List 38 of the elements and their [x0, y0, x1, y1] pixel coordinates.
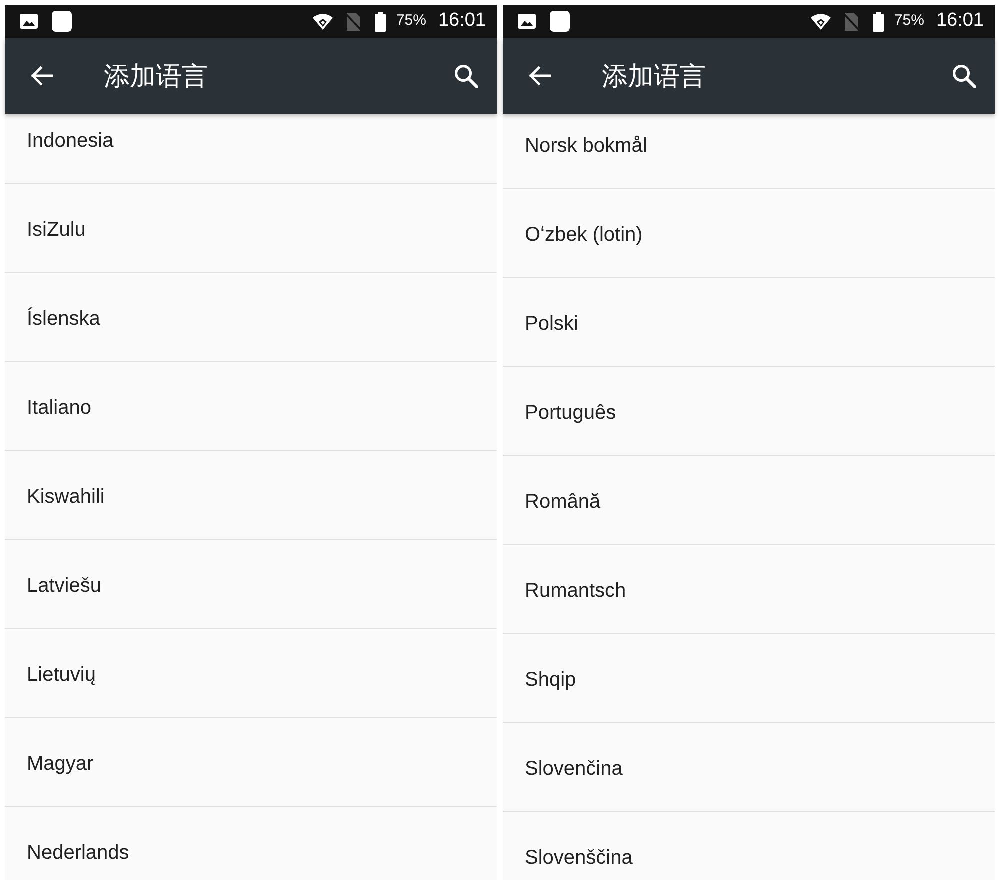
language-item[interactable]: Português — [503, 367, 995, 456]
language-item[interactable]: Oʻzbek (lotin) — [503, 189, 995, 278]
notification-square-icon — [550, 11, 570, 32]
language-item[interactable]: Norsk bokmål — [503, 114, 995, 189]
language-item[interactable]: Latviešu — [5, 540, 497, 629]
language-item[interactable]: Íslenska — [5, 273, 497, 362]
language-item[interactable]: Kiswahili — [5, 451, 497, 540]
language-item[interactable]: Indonesia — [5, 114, 497, 184]
language-item[interactable]: Nederlands — [5, 807, 497, 880]
battery-percentage: 75% — [396, 11, 426, 32]
image-notification-icon — [518, 14, 536, 29]
back-arrow-icon — [529, 66, 551, 86]
wifi-icon — [313, 13, 334, 30]
language-item[interactable]: Rumantsch — [503, 545, 995, 634]
screen-title: 添加语言 — [104, 60, 208, 92]
clock-time: 16:01 — [438, 9, 486, 34]
battery-icon — [873, 12, 884, 32]
language-item[interactable]: Română — [503, 456, 995, 545]
back-arrow-icon — [31, 66, 53, 86]
screen-title: 添加语言 — [602, 60, 706, 92]
language-item[interactable]: Shqip — [503, 634, 995, 723]
battery-icon — [375, 12, 386, 32]
notification-square-icon — [52, 11, 72, 32]
image-notification-icon — [20, 14, 38, 29]
language-item[interactable]: Slovenčina — [503, 723, 995, 812]
search-icon — [454, 64, 478, 88]
no-sim-icon — [345, 12, 362, 30]
search-icon — [952, 64, 976, 88]
language-item[interactable]: Lietuvių — [5, 629, 497, 718]
language-item[interactable]: Magyar — [5, 718, 497, 807]
language-item[interactable]: IsiZulu — [5, 184, 497, 273]
language-item[interactable]: Italiano — [5, 362, 497, 451]
no-sim-icon — [843, 12, 860, 30]
battery-percentage: 75% — [894, 11, 924, 32]
language-item[interactable]: Slovenščina — [503, 812, 995, 880]
clock-time: 16:01 — [936, 9, 984, 34]
language-item[interactable]: Polski — [503, 278, 995, 367]
wifi-icon — [811, 13, 832, 30]
